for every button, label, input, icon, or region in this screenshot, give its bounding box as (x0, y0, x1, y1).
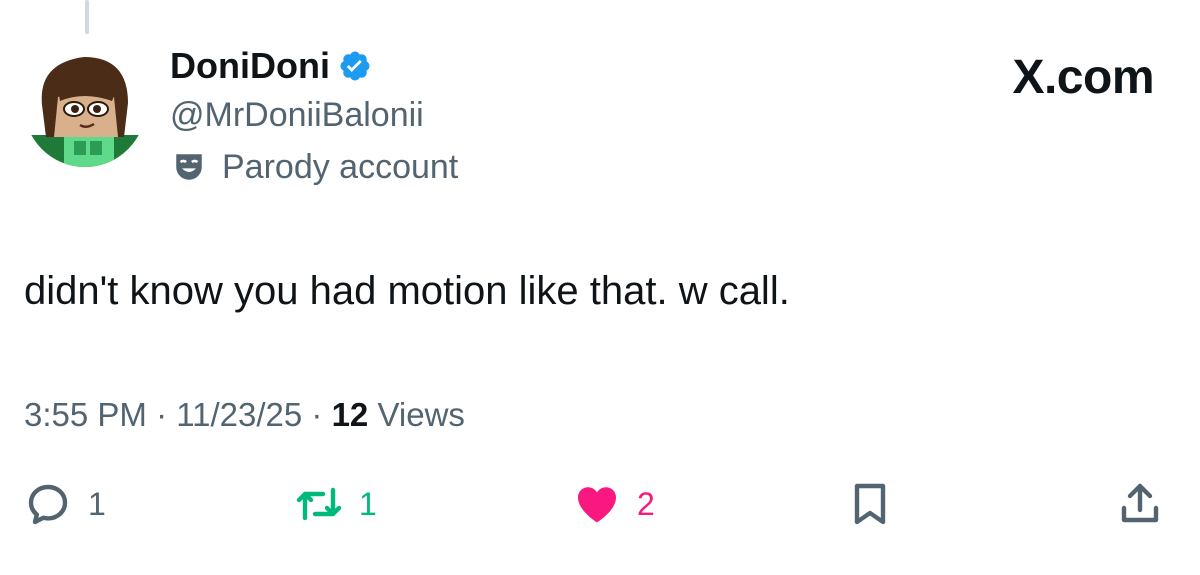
author-name-row: DoniDoni (170, 44, 372, 88)
heart-icon (578, 487, 616, 523)
repost-icon (296, 487, 342, 521)
thread-connector-line (85, 0, 89, 34)
parody-mask-icon (176, 154, 202, 180)
author-display-name[interactable]: DoniDoni (170, 44, 330, 88)
bookmark-icon (854, 483, 886, 525)
share-button[interactable] (1116, 480, 1164, 528)
repost-count: 1 (359, 486, 377, 522)
meta-separator: · (302, 396, 332, 433)
like-count: 2 (637, 486, 655, 522)
views-count: 12 (331, 396, 369, 433)
avatar-image (24, 45, 146, 167)
tweet-text: didn't know you had motion like that. w … (24, 269, 790, 313)
bookmark-button[interactable] (846, 480, 894, 528)
tweet-date[interactable]: 11/23/25 (176, 394, 302, 436)
repost-button[interactable]: 1 (295, 480, 377, 528)
author-handle[interactable]: @MrDoniiBalonii (170, 94, 424, 136)
views-label: Views (368, 396, 465, 433)
reply-icon (28, 484, 68, 525)
reply-button[interactable]: 1 (24, 480, 106, 528)
share-icon (1121, 483, 1159, 523)
avatar[interactable] (24, 45, 146, 167)
tweet-time[interactable]: 3:55 PM (24, 394, 147, 436)
parody-label-row: Parody account (172, 146, 458, 188)
x-brand-label: X.com (1012, 51, 1154, 104)
parody-account-label: Parody account (222, 148, 459, 186)
tweet-meta: 3:55 PM · 11/23/25 · 12 Views (24, 394, 465, 436)
like-button[interactable]: 2 (573, 480, 655, 528)
verified-badge-icon (340, 51, 370, 81)
meta-separator: · (146, 396, 177, 433)
reply-count: 1 (88, 486, 106, 522)
